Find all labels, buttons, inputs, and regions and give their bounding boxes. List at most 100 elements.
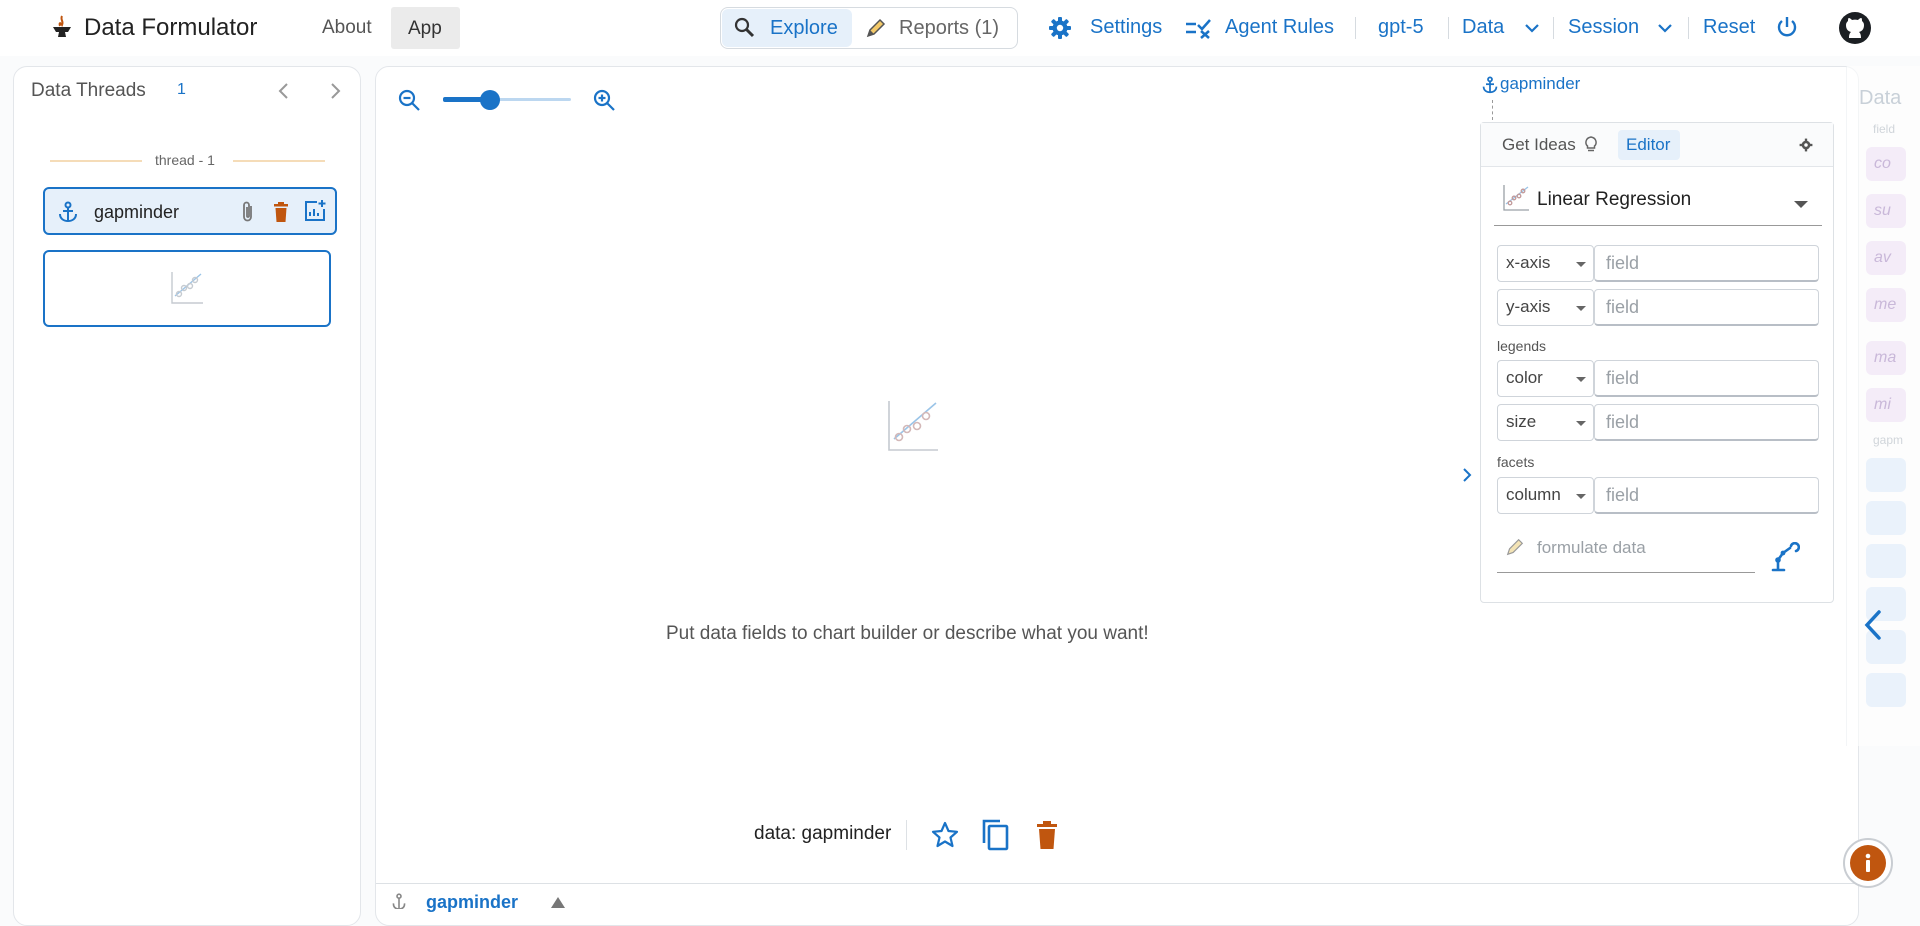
divider	[1688, 17, 1689, 39]
session-menu[interactable]: Session	[1568, 12, 1678, 44]
data-source-label: data: gapminder	[754, 823, 892, 844]
field-chip[interactable]	[1866, 544, 1906, 578]
pencil-icon	[1505, 537, 1525, 557]
session-menu-label: Session	[1568, 16, 1640, 38]
github-icon[interactable]	[1838, 11, 1872, 45]
gear-icon[interactable]	[1799, 138, 1813, 152]
add-chart-icon[interactable]	[303, 199, 327, 223]
reset-label: Reset	[1703, 16, 1756, 38]
tab-explore[interactable]: Explore	[722, 9, 852, 47]
copy-icon[interactable]	[980, 818, 1012, 852]
chevron-right-icon[interactable]	[326, 81, 344, 101]
chevron-left-icon[interactable]	[1862, 608, 1884, 642]
encoding-channel-x[interactable]: x-axis	[1497, 245, 1594, 282]
info-button[interactable]	[1843, 838, 1893, 888]
field-chip[interactable]: su	[1866, 194, 1906, 228]
field-chip[interactable]: ma	[1866, 341, 1906, 375]
field-chip[interactable]	[1866, 501, 1906, 535]
thread-table-card[interactable]: gapminder	[43, 187, 337, 235]
field-chip[interactable]: co	[1866, 147, 1906, 181]
gear-icon	[1048, 16, 1072, 40]
channel-label: size	[1506, 412, 1537, 431]
thread-chart-card[interactable]	[43, 250, 331, 327]
chevron-right-icon[interactable]	[1460, 465, 1474, 485]
divider	[1553, 17, 1554, 39]
canvas-placeholder: Put data fields to chart builder or desc…	[666, 623, 1149, 644]
zoom-slider-thumb[interactable]	[480, 90, 501, 110]
divider	[1448, 17, 1449, 39]
field-placeholder: field	[1606, 485, 1640, 505]
field-chip[interactable]	[1866, 458, 1906, 492]
settings-button[interactable]: Settings	[1048, 12, 1170, 44]
data-menu-label: Data	[1462, 16, 1505, 38]
divider	[906, 820, 907, 850]
formulate-placeholder: formulate data	[1537, 538, 1646, 557]
zoom-slider[interactable]	[443, 88, 571, 112]
field-placeholder: field	[1606, 368, 1640, 388]
lightbulb-icon	[1584, 135, 1598, 153]
encoding-channel-y[interactable]: y-axis	[1497, 289, 1594, 326]
field-chip[interactable]: mi	[1866, 388, 1906, 422]
field-chip-label: me	[1874, 296, 1897, 313]
encoding-channel-column[interactable]: column	[1497, 477, 1594, 514]
field-chip-label: co	[1874, 155, 1891, 172]
field-placeholder: field	[1606, 297, 1640, 317]
model-selector[interactable]: gpt-5	[1378, 16, 1424, 39]
agent-rules-label: Agent Rules	[1225, 16, 1334, 38]
agent-rules-button[interactable]: Agent Rules	[1184, 12, 1344, 44]
tab-explore-label: Explore	[770, 17, 838, 39]
zoom-out-icon[interactable]	[397, 88, 421, 112]
data-menu[interactable]: Data	[1462, 12, 1546, 44]
chevron-left-icon[interactable]	[275, 81, 293, 101]
caret-up-icon[interactable]	[550, 895, 566, 909]
field-chip[interactable]: av	[1866, 241, 1906, 275]
chart-type-select[interactable]: Linear Regression	[1494, 180, 1822, 226]
encoding-channel-color[interactable]: color	[1497, 360, 1594, 397]
tab-reports[interactable]: Reports (1)	[855, 9, 1015, 47]
bottom-table-tab[interactable]: gapminder	[426, 892, 518, 913]
caret-down-icon	[1576, 262, 1586, 267]
tab-editor-label: Editor	[1626, 135, 1671, 154]
builder-source-label[interactable]: gapminder	[1500, 74, 1580, 94]
thread-divider-left	[50, 160, 142, 162]
caret-down-icon	[1576, 306, 1586, 311]
zoom-in-icon[interactable]	[592, 88, 616, 112]
field-chip-label: mi	[1874, 396, 1891, 413]
chevron-down-icon	[1524, 22, 1540, 34]
field-placeholder: field	[1606, 412, 1640, 432]
paperclip-icon[interactable]	[239, 200, 257, 224]
field-chip[interactable]	[1866, 673, 1906, 707]
legends-label: legends	[1497, 338, 1547, 354]
settings-label: Settings	[1090, 16, 1163, 38]
delete-icon[interactable]	[1036, 820, 1058, 850]
reset-button[interactable]: Reset	[1703, 12, 1801, 44]
encoding-field-size[interactable]: field	[1594, 404, 1819, 441]
encoding-field-column[interactable]: field	[1594, 477, 1819, 514]
bottom-divider	[376, 883, 1859, 884]
nav-app[interactable]: App	[391, 7, 460, 49]
field-chip-label: av	[1874, 249, 1891, 266]
star-icon[interactable]	[930, 820, 960, 850]
divider	[1355, 17, 1356, 39]
encoding-field-y[interactable]: field	[1594, 289, 1819, 326]
encoding-field-color[interactable]: field	[1594, 360, 1819, 397]
empty-chart-icon	[886, 399, 940, 453]
tab-get-ideas-label: Get Ideas	[1502, 135, 1576, 154]
power-icon	[1775, 15, 1799, 39]
channel-label: column	[1506, 485, 1561, 504]
scatter-chart-icon	[1502, 184, 1530, 212]
tab-get-ideas[interactable]: Get Ideas	[1494, 130, 1602, 160]
nav-about[interactable]: About	[322, 17, 372, 39]
formulate-input[interactable]: formulate data	[1497, 533, 1755, 573]
connector-line	[1492, 100, 1493, 120]
data-panel-title: Data	[1859, 87, 1902, 109]
field-placeholder: field	[1606, 253, 1640, 273]
tab-editor[interactable]: Editor	[1618, 130, 1680, 160]
app-title[interactable]: Data Formulator	[84, 14, 257, 42]
formulate-robot-icon[interactable]	[1770, 542, 1800, 572]
encoding-channel-size[interactable]: size	[1497, 404, 1594, 441]
field-chip[interactable]: me	[1866, 288, 1906, 322]
data-panel-section: gapm	[1873, 433, 1904, 447]
delete-icon[interactable]	[272, 201, 290, 223]
encoding-field-x[interactable]: field	[1594, 245, 1819, 282]
